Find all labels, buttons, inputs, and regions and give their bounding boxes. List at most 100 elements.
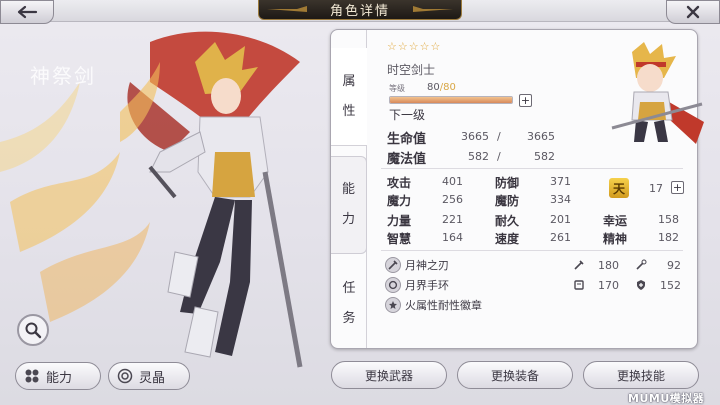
hp-max: 3665 — [527, 130, 555, 143]
attribute-content: ☆☆☆☆☆ 时空剑士 等级 80/80 + 下一级 生命值 3665 / 366… — [367, 30, 704, 348]
equip-magic-value: 92 — [667, 258, 681, 272]
change-weapon-button[interactable]: 更换武器 — [331, 361, 447, 389]
ornament-left-icon — [267, 6, 307, 12]
sky-rank-plus-button[interactable]: + — [671, 181, 684, 194]
tab-attributes-char-2: 性 — [342, 103, 356, 119]
mp-max: 582 — [534, 150, 555, 163]
tab-missions[interactable]: 任 务 — [331, 262, 367, 346]
ornament-right-icon — [413, 6, 453, 12]
crystal-icon — [117, 368, 133, 384]
stat-speed-value: 261 — [550, 231, 571, 244]
divider — [381, 168, 683, 169]
change-skill-button[interactable]: 更换技能 — [583, 361, 699, 389]
stat-strength-label: 力量 — [387, 214, 412, 228]
equip-weapon[interactable]: 月神之刃 — [385, 256, 449, 274]
badge-icon — [385, 297, 401, 313]
magnifier-icon — [25, 322, 42, 339]
level-value: 80/80 — [427, 82, 456, 93]
character-art: 神祭剑 — [0, 22, 340, 405]
stat-spirit: 精神 182 — [603, 230, 683, 246]
sword-icon — [385, 257, 401, 273]
equip-defense-stat: 170 — [573, 277, 619, 293]
ability-button[interactable]: 能力 — [15, 362, 101, 390]
sky-rank-badge: 天 — [609, 178, 629, 198]
arrow-left-icon — [17, 5, 38, 19]
level-current: 80 — [427, 82, 440, 93]
stat-wisdom: 智慧 164 — [387, 230, 467, 246]
change-gear-button[interactable]: 更换装备 — [457, 361, 573, 389]
stat-luck-label: 幸运 — [603, 214, 628, 228]
rarity-stars: ☆☆☆☆☆ — [387, 40, 442, 53]
tab-abilities-char-1: 能 — [341, 182, 355, 197]
stat-magic-defense-value: 334 — [550, 193, 571, 206]
mp-current: 582 — [468, 150, 489, 163]
hp-current: 3665 — [461, 130, 489, 143]
stat-luck: 幸运 158 — [603, 212, 683, 228]
stat-attack-label: 攻击 — [387, 176, 412, 190]
tab-abilities-char-2: 力 — [341, 212, 355, 227]
detail-panel: 属 性 能 力 任 务 ☆☆☆☆☆ 时空剑士 等级 80/80 + 下一级 生命… — [330, 29, 704, 349]
equip-badge[interactable]: 火属性耐性徽章 — [385, 296, 482, 314]
stat-wisdom-value: 164 — [442, 231, 463, 244]
hp-row: 生命值 3665 / 3665 — [387, 128, 555, 147]
equip-weapon-name: 月神之刃 — [405, 259, 449, 272]
close-button[interactable] — [666, 0, 720, 24]
tab-attributes-char-1: 属 — [342, 73, 356, 89]
stat-magic-label: 魔力 — [387, 194, 412, 208]
stat-strength-value: 221 — [442, 213, 463, 226]
equip-magic-defense-stat: 152 — [635, 277, 681, 293]
stat-defense: 防御 371 — [495, 174, 575, 190]
equip-attack-stat: 180 — [573, 257, 619, 273]
equip-magic-stat: 92 — [635, 257, 681, 273]
level-max: 80 — [443, 82, 456, 93]
hp-label: 生命值 — [387, 132, 427, 147]
ability-button-label: 能力 — [46, 370, 73, 386]
close-icon — [686, 5, 700, 19]
tab-column: 属 性 能 力 任 务 — [331, 30, 367, 348]
zoom-button[interactable] — [17, 314, 49, 346]
equip-defense-value: 170 — [598, 278, 619, 292]
stat-strength: 力量 221 — [387, 212, 467, 228]
stat-luck-value: 158 — [658, 213, 679, 226]
stat-speed-label: 速度 — [495, 232, 520, 246]
plus-icon: + — [520, 94, 531, 107]
stat-endurance-value: 201 — [550, 213, 571, 226]
stat-magic-value: 256 — [442, 193, 463, 206]
level-progress-bar — [389, 96, 513, 104]
bracelet-icon — [385, 277, 401, 293]
wand-icon — [636, 259, 647, 270]
stat-magic-defense-label: 魔防 — [495, 194, 520, 208]
stat-magic: 魔力 256 — [387, 192, 467, 208]
tab-missions-char-1: 任 — [342, 281, 356, 296]
next-level-label: 下一级 — [389, 108, 426, 122]
stat-attack: 攻击 401 — [387, 174, 467, 190]
armor-icon — [574, 280, 584, 290]
mp-separator: / — [497, 150, 501, 163]
equip-accessory[interactable]: 月界手环 — [385, 276, 449, 294]
class-name: 时空剑士 — [387, 63, 436, 77]
stat-spirit-value: 182 — [658, 231, 679, 244]
stat-endurance: 耐久 201 — [495, 212, 575, 228]
character-chibi-portrait — [611, 42, 704, 144]
shield-icon — [637, 280, 645, 290]
equip-magic-defense-value: 152 — [660, 278, 681, 292]
stat-wisdom-label: 智慧 — [387, 232, 412, 246]
tab-abilities[interactable]: 能 力 — [331, 156, 367, 254]
stat-speed: 速度 261 — [495, 230, 575, 246]
spirit-crystal-label: 灵晶 — [139, 370, 166, 386]
equip-badge-name: 火属性耐性徽章 — [405, 299, 482, 312]
stat-attack-value: 401 — [442, 175, 463, 188]
tab-attributes[interactable]: 属 性 — [331, 48, 367, 146]
tab-missions-char-2: 务 — [342, 311, 356, 326]
divider — [381, 250, 683, 251]
mp-row: 魔法值 582 / 582 — [387, 148, 555, 167]
stat-magic-defense: 魔防 334 — [495, 192, 575, 208]
stat-spirit-label: 精神 — [603, 232, 628, 246]
page-title: 角色详情 — [329, 4, 390, 19]
level-up-plus-button[interactable]: + — [519, 94, 532, 107]
character-name-watermark: 神祭剑 — [30, 64, 96, 88]
emulator-brand-watermark: MUMU模拟器 — [628, 392, 705, 405]
stat-defense-label: 防御 — [495, 176, 520, 190]
spirit-crystal-button[interactable]: 灵晶 — [108, 362, 190, 390]
back-button[interactable] — [0, 0, 54, 24]
